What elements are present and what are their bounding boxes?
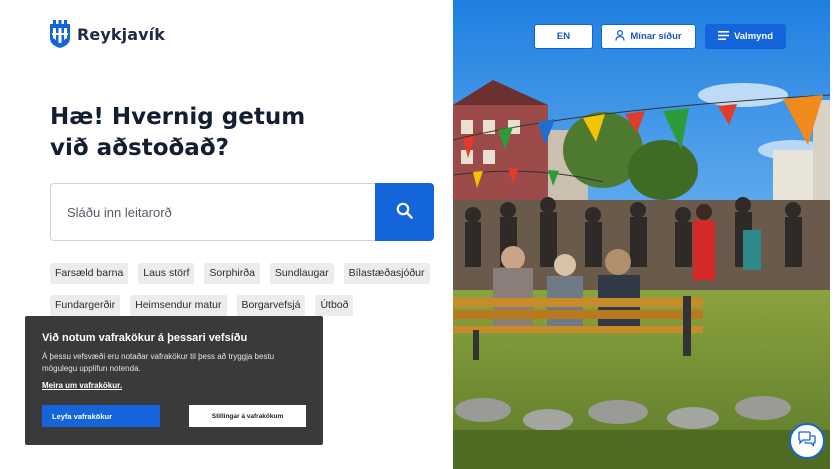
my-pages-button[interactable]: Mínar síður (601, 24, 696, 49)
hamburger-icon (717, 30, 729, 43)
cookie-banner: Við notum vafrakökur á þessari vefsíðu Á… (25, 316, 323, 445)
page-title: Hæ! Hvernig getum við aðstoðað? (50, 104, 306, 161)
chat-button[interactable] (789, 423, 825, 459)
quick-link-tag[interactable]: Bílastæðasjóður (343, 263, 430, 284)
chat-bubbles-icon (798, 430, 816, 452)
language-button-label: EN (556, 31, 571, 42)
site-logo[interactable]: Reykjavík (50, 20, 165, 48)
quick-link-tag[interactable]: Laus störf (138, 263, 195, 284)
quick-link-tag[interactable]: Útboð (315, 295, 354, 316)
cookie-body: Á þessu vefsvæði eru notaðar vafrakökur … (42, 352, 275, 373)
menu-button[interactable]: Valmynd (705, 24, 786, 49)
my-pages-label: Mínar síður (630, 31, 682, 42)
user-icon (615, 29, 626, 44)
quick-link-tag[interactable]: Fundargerðir (50, 295, 121, 316)
search-button[interactable] (375, 183, 434, 241)
quick-link-tag[interactable]: Sundlaugar (269, 263, 334, 284)
search-bar (50, 183, 434, 241)
reykjavik-shield-icon (50, 20, 70, 48)
quick-link-tag[interactable]: Farsæld barna (50, 263, 129, 284)
quick-link-tag[interactable]: Sorphirða (204, 263, 260, 284)
cookie-more-link[interactable]: Meira um vafrakökur. (42, 381, 122, 390)
quick-links: Farsæld barna Laus störf Sorphirða Sundl… (50, 263, 440, 316)
search-icon (396, 202, 413, 222)
hero-photo (453, 0, 830, 469)
cookie-actions: Leyfa vafrakökur Stillingar á vafrakökum (42, 405, 306, 427)
logo-text: Reykjavík (77, 24, 165, 44)
quick-link-tag[interactable]: Heimsendur matur (130, 295, 227, 316)
language-button[interactable]: EN (534, 24, 593, 49)
cookie-settings-button[interactable]: Stillingar á vafrakökum (189, 405, 306, 427)
accept-cookies-button[interactable]: Leyfa vafrakökur (42, 405, 160, 427)
quick-link-tag[interactable]: Borgarvefsjá (236, 295, 306, 316)
menu-button-label: Valmynd (733, 31, 774, 42)
search-input[interactable] (50, 183, 375, 241)
cookie-title: Við notum vafrakökur á þessari vefsíðu (42, 332, 248, 344)
page: Reykjavík Hæ! Hvernig getum við aðstoðað… (0, 0, 835, 469)
